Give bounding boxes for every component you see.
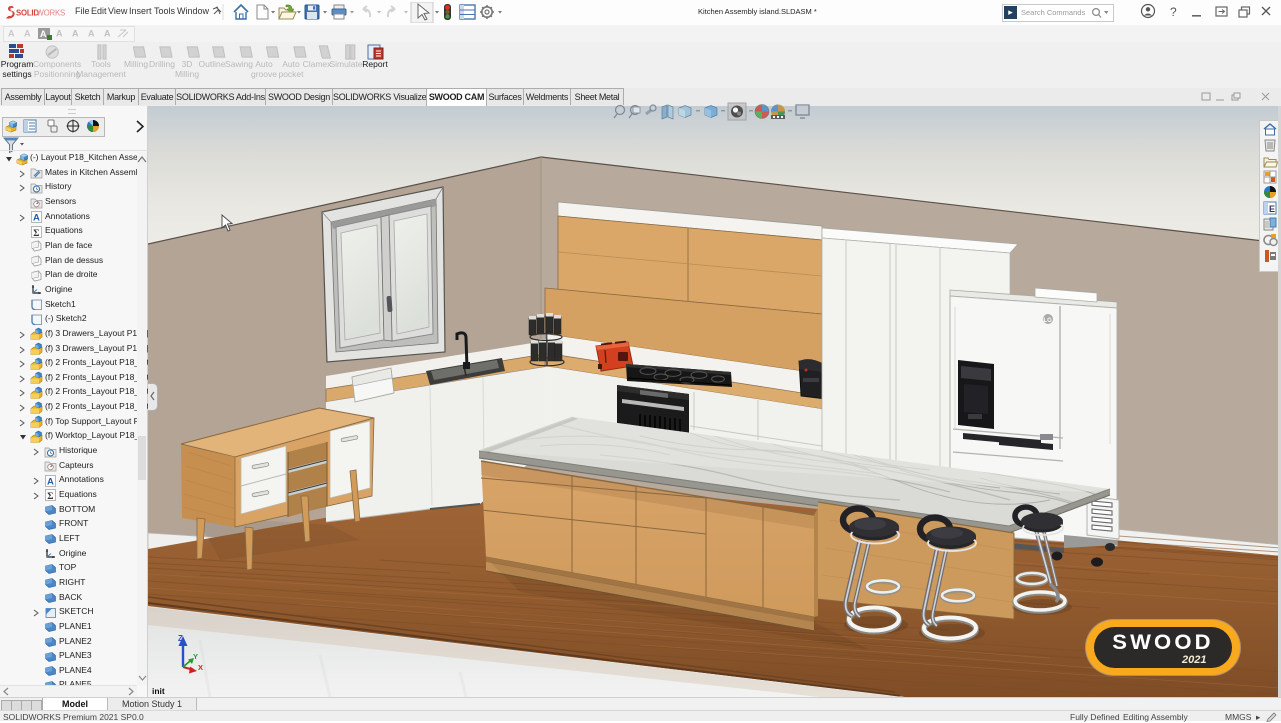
svg-text:?: ? [1170, 5, 1177, 19]
svg-text:A: A [104, 29, 111, 39]
svg-text:E: E [1269, 204, 1275, 214]
svg-text:init: init [152, 686, 165, 696]
svg-text:Y: Y [193, 652, 198, 661]
svg-text:A: A [88, 29, 95, 39]
svg-text:LG: LG [1044, 318, 1053, 324]
svg-text:X: X [198, 663, 203, 672]
svg-text:A: A [24, 29, 31, 39]
svg-text:WORKS: WORKS [37, 9, 65, 18]
svg-text:A: A [56, 29, 63, 39]
svg-text:A: A [72, 29, 79, 39]
svg-text:Z: Z [178, 634, 183, 643]
svg-text:A: A [8, 29, 15, 39]
svg-text:A: A [40, 29, 47, 39]
